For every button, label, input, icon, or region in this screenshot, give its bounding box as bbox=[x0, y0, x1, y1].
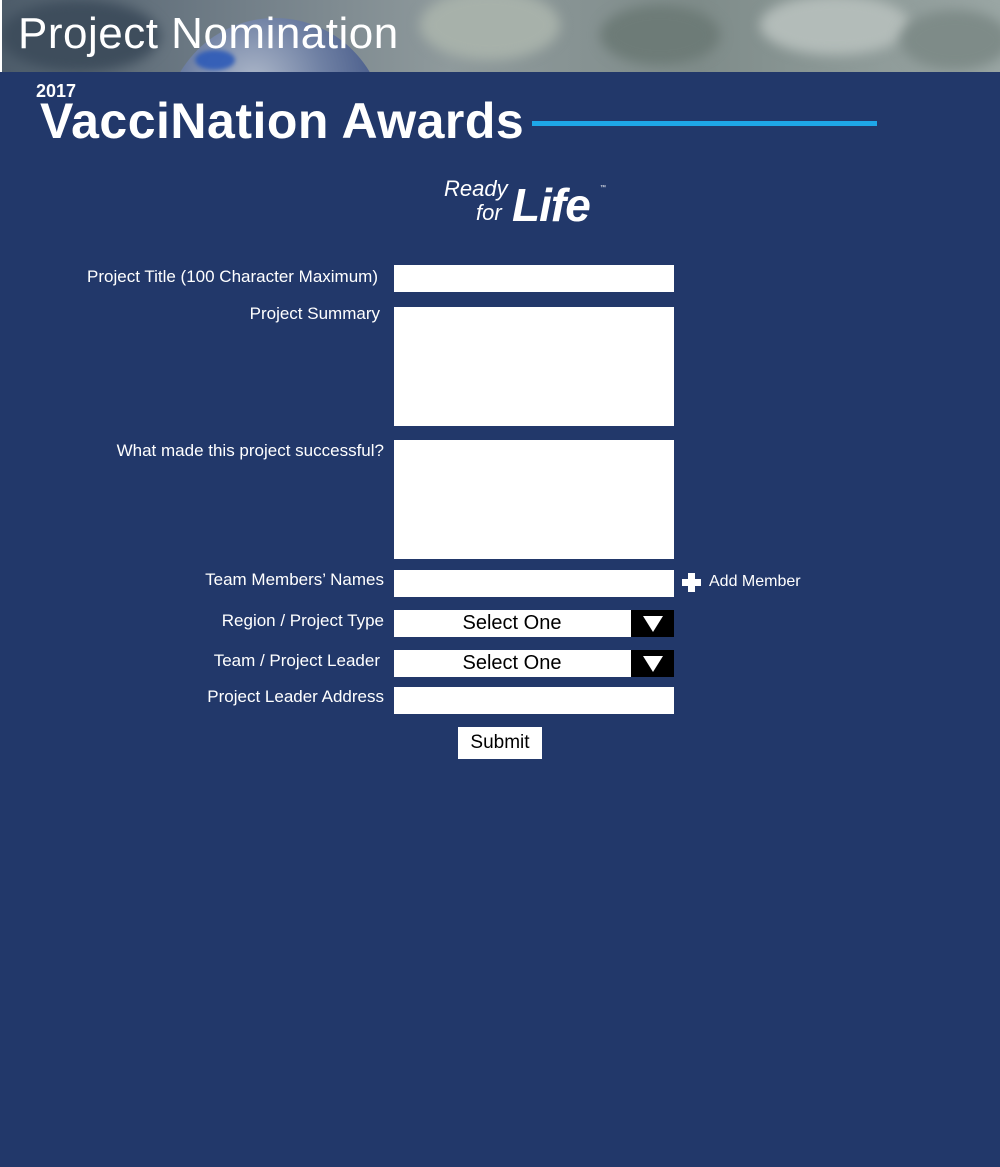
logo-life-text: Life bbox=[512, 179, 591, 231]
leader-dropdown-button[interactable] bbox=[631, 650, 674, 677]
region-dropdown-button[interactable] bbox=[631, 610, 674, 637]
logo-trademark: ™ bbox=[600, 185, 606, 191]
team-members-input[interactable] bbox=[394, 570, 674, 597]
triangle-down-icon bbox=[643, 616, 663, 632]
add-member-label: Add Member bbox=[709, 573, 801, 590]
leader-address-label: Project Leader Address bbox=[207, 687, 384, 706]
leader-address-input[interactable] bbox=[394, 687, 674, 714]
success-textarea[interactable] bbox=[394, 440, 674, 559]
project-title-label: Project Title (100 Character Maximum) bbox=[87, 267, 378, 286]
leader-label: Team / Project Leader bbox=[213, 651, 380, 670]
logo-for-text: for bbox=[476, 200, 502, 225]
region-selected-value: Select One bbox=[462, 612, 562, 634]
leader-select[interactable]: Select One bbox=[394, 650, 674, 677]
region-label: Region / Project Type bbox=[221, 611, 384, 630]
project-title-input[interactable] bbox=[394, 265, 674, 292]
leader-selected-value: Select One bbox=[462, 652, 562, 674]
project-summary-textarea[interactable] bbox=[394, 307, 674, 426]
logo-ready-text: Ready bbox=[444, 176, 508, 201]
page-title: Project Nomination bbox=[18, 9, 399, 58]
ready-for-life-logo: Ready for Life ™ bbox=[440, 174, 620, 236]
awards-title: VacciNation Awards bbox=[40, 93, 525, 149]
team-members-label: Team Members’ Names bbox=[205, 570, 384, 589]
success-label: What made this project successful? bbox=[116, 441, 384, 460]
submit-button[interactable]: Submit bbox=[458, 727, 542, 759]
region-select[interactable]: Select One bbox=[394, 610, 674, 637]
triangle-down-icon bbox=[643, 656, 663, 672]
plus-icon bbox=[682, 573, 701, 592]
project-summary-label: Project Summary bbox=[249, 304, 380, 323]
header-banner: Project Nomination bbox=[0, 0, 1000, 72]
accent-divider bbox=[532, 121, 877, 126]
